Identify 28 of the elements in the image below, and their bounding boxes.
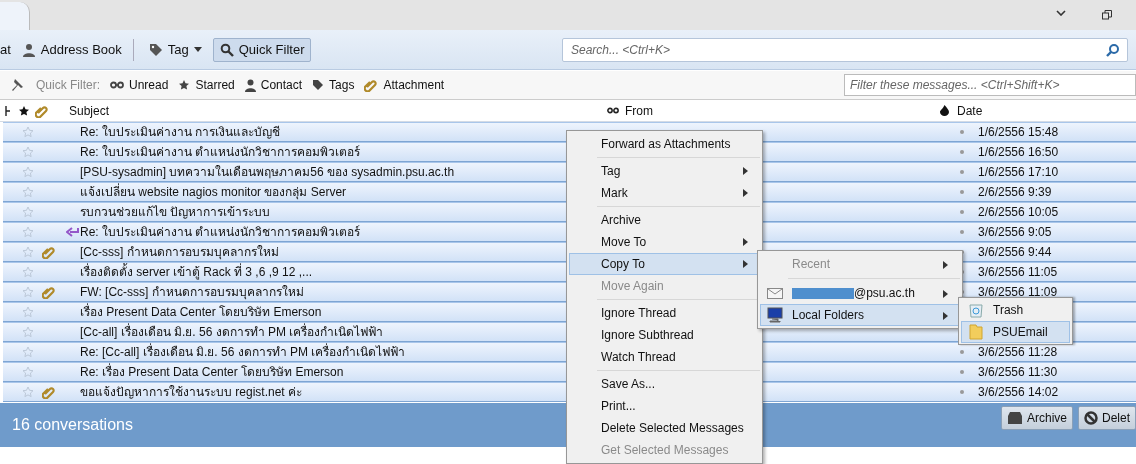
date-cell-text: 1/6/2556 16:50 [978, 144, 1059, 161]
subject-cell: รบกวนช่วยแก้ไข ปัญหาการเข้าระบบ [80, 204, 271, 220]
subject-cell: ขอแจ้งปัญหาการใช้งานระบบ regist.net ค่ะ [80, 384, 303, 400]
subject-cell: เรื่อง Present Data Center โดยบริษัท Emerson [80, 304, 322, 320]
date-cell-text: 2/6/2556 9:39 [978, 184, 1052, 201]
date-cell-text: 3/6/2556 14:02 [978, 384, 1059, 401]
date-cell-text: 3/6/2556 11:30 [978, 364, 1058, 381]
subject-cell: แจ้งเปลี่ยน website nagios monitor ของกลุ่ม Server [80, 184, 347, 200]
date-cell-text: 3/6/2556 11:05 [978, 264, 1058, 281]
subject-cell: Re: ใบประเมินค่างาน การเงินและบัญชี [80, 124, 281, 140]
subject-cell: Re: ใบประเมินค่างาน ตำแหน่งนักวิชาการคอมพิวเตอร์ [80, 144, 361, 160]
subject-cell: [Cc-all] เรื่องเดือน มิ.ย. 56 งดการทำ PM เครื่องกำเนิดไฟฟ้า [80, 324, 384, 340]
date-cell-text: 3/6/2556 9:44 [978, 244, 1052, 261]
subject-cell: [Cc-sss] กำหนดการอบรมบุคลากรใหม่ [80, 244, 279, 260]
subject-cell: [PSU-sysadmin] บทความในเดือนพฤษภาคม56 ของ sysadmin.psu.ac.th [80, 164, 455, 180]
subject-cell: Re: ใบประเมินค่างาน ตำแหน่งนักวิชาการคอมพิวเตอร์ [80, 224, 361, 240]
subject-cell: Re: เรื่อง Present Data Center โดยบริษัท Emerson [80, 364, 344, 380]
date-cell-text: 3/6/2556 11:09 [978, 284, 1058, 301]
conversation-count: 16 conversations [12, 415, 133, 435]
quick-filter-label: Quick Filter: [36, 77, 100, 94]
subject-cell: Re: [Cc-all] เรื่องเดือน มิ.ย. 56 งดการทำ PM เครื่องกำเนิดไฟฟ้า [80, 344, 406, 360]
subject-cell: เรื่องติดตั้ง server เข้าตู้ Rack ที่ 3 ,6 ,9 12 ,... [80, 264, 313, 280]
date-cell-text: 3/6/2556 9:05 [978, 224, 1052, 241]
date-cell-text: 2/6/2556 10:05 [978, 204, 1059, 221]
date-cell-text: 1/6/2556 15:48 [978, 124, 1059, 141]
subject-cell: FW: [Cc-sss] กำหนดการอบรมบุคลากรใหม่ [80, 284, 304, 300]
date-cell-text: 3/6/2556 11:28 [978, 344, 1058, 361]
date-cell-text: 1/6/2556 17:10 [978, 164, 1059, 181]
